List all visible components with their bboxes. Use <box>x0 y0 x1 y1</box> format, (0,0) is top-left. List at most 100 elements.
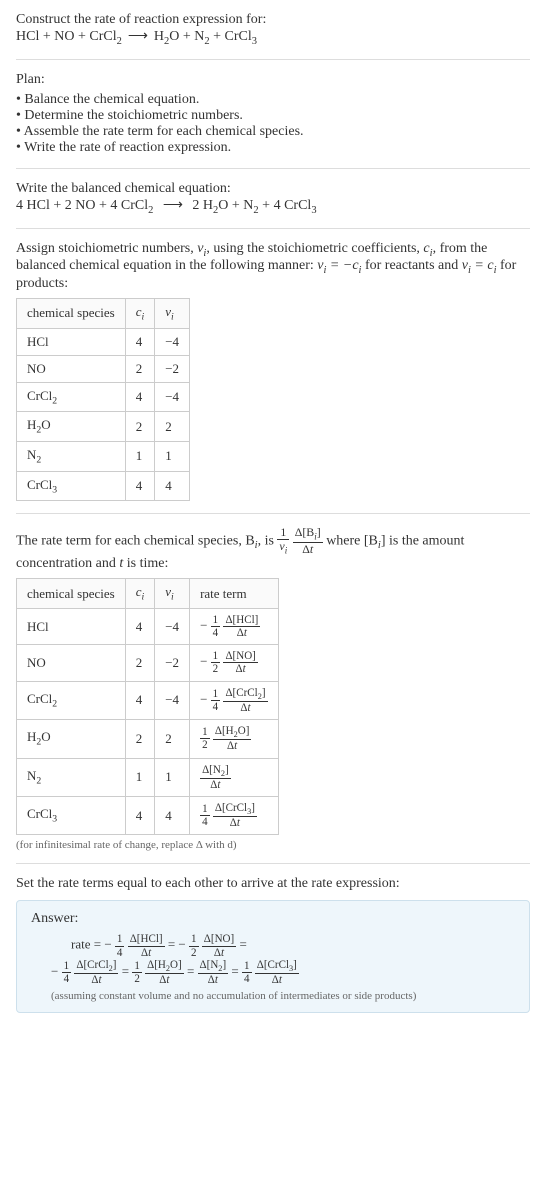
cell-species: CrCl3 <box>17 796 126 834</box>
cell-rate-term: − 14 Δ[CrCl2]Δt <box>190 681 278 719</box>
cell-species: NO <box>17 645 126 681</box>
cell-c: 2 <box>125 645 155 681</box>
plan-item: Assemble the rate term for each chemical… <box>16 124 530 140</box>
cell-species: N2 <box>17 441 126 471</box>
answer-note: (assuming constant volume and no accumul… <box>51 990 515 1002</box>
cell-v: 2 <box>155 720 190 758</box>
text: The rate term for each chemical species,… <box>16 534 255 549</box>
col-species: chemical species <box>17 579 126 609</box>
frac-dbi-dt: Δ[Bi]Δt <box>293 526 323 556</box>
cell-species: N2 <box>17 758 126 796</box>
cell-v: −4 <box>155 382 190 412</box>
rateterm-note: (for infinitesimal rate of change, repla… <box>16 839 530 851</box>
table-header-row: chemical species ci νi <box>17 299 190 329</box>
cell-species: HCl <box>17 328 126 355</box>
text: , is <box>258 534 278 549</box>
cell-species: H2O <box>17 720 126 758</box>
text: Assign stoichiometric numbers, <box>16 241 197 256</box>
plan-item: Balance the chemical equation. <box>16 92 530 108</box>
cell-c: 1 <box>125 758 155 796</box>
col-vi: νi <box>155 299 190 329</box>
cell-c: 2 <box>125 355 155 382</box>
col-ci: ci <box>125 299 155 329</box>
cell-rate-term: Δ[N2]Δt <box>190 758 278 796</box>
balanced-title: Write the balanced chemical equation: <box>16 181 530 197</box>
rate-expression-line2: − 14 Δ[CrCl2]Δt = 12 Δ[H2O]Δt = Δ[N2]Δt … <box>51 959 515 986</box>
cell-v: −4 <box>155 681 190 719</box>
cell-c: 4 <box>125 609 155 645</box>
cell-c: 2 <box>125 720 155 758</box>
cell-c: 4 <box>125 796 155 834</box>
table-row: CrCl3 4 4 14 Δ[CrCl3]Δt <box>17 796 279 834</box>
coef-no: 2 <box>65 198 72 213</box>
coef-h2o: 2 <box>192 198 199 213</box>
cell-c: 4 <box>125 471 155 501</box>
text: is time: <box>123 556 168 571</box>
table-row: HCl 4 −4 − 14 Δ[HCl]Δt <box>17 609 279 645</box>
text: , using the stoichiometric coefficients, <box>206 241 423 256</box>
cell-species: HCl <box>17 609 126 645</box>
rateterm-section: The rate term for each chemical species,… <box>16 526 530 864</box>
intro-prompt: Construct the rate of reaction expressio… <box>16 12 530 28</box>
coef-crcl3: 4 <box>274 198 281 213</box>
cell-species: NO <box>17 355 126 382</box>
cell-v: −4 <box>155 328 190 355</box>
coef-hcl: 4 <box>16 198 23 213</box>
cell-rate-term: 14 Δ[CrCl3]Δt <box>190 796 278 834</box>
cell-v: −4 <box>155 609 190 645</box>
text: for reactants and <box>361 258 461 273</box>
stoich-intro: Assign stoichiometric numbers, νi, using… <box>16 241 530 293</box>
cell-v: 4 <box>155 796 190 834</box>
cell-v: 1 <box>155 758 190 796</box>
table-row: NO2−2 <box>17 355 190 382</box>
cell-c: 2 <box>125 412 155 442</box>
table-row: CrCl344 <box>17 471 190 501</box>
coef-crcl2: 4 <box>110 198 117 213</box>
answer-box: Answer: rate = − 14 Δ[HCl]Δt = − 12 Δ[NO… <box>16 900 530 1013</box>
final-title: Set the rate terms equal to each other t… <box>16 876 530 892</box>
balanced-equation: 4 HCl + 2 NO + 4 CrCl2 ⟶ 2 H2O + N2 + 4 … <box>16 197 530 216</box>
table-row: HCl4−4 <box>17 328 190 355</box>
stoich-table: chemical species ci νi HCl4−4 NO2−2 CrCl… <box>16 298 190 501</box>
plan-list: Balance the chemical equation. Determine… <box>16 92 530 156</box>
cell-c: 1 <box>125 441 155 471</box>
cell-species: CrCl3 <box>17 471 126 501</box>
cell-v: 1 <box>155 441 190 471</box>
plan-item: Write the rate of reaction expression. <box>16 140 530 156</box>
cell-v: 2 <box>155 412 190 442</box>
rateterm-intro: The rate term for each chemical species,… <box>16 526 530 572</box>
rateterm-table: chemical species ci νi rate term HCl 4 −… <box>16 578 279 835</box>
text: where [B <box>326 534 378 549</box>
stoich-section: Assign stoichiometric numbers, νi , using… <box>16 241 530 515</box>
table-header-row: chemical species ci νi rate term <box>17 579 279 609</box>
cell-c: 4 <box>125 382 155 412</box>
col-rate-term: rate term <box>190 579 278 609</box>
table-row: CrCl2 4 −4 − 14 Δ[CrCl2]Δt <box>17 681 279 719</box>
table-row: NO 2 −2 − 12 Δ[NO]Δt <box>17 645 279 681</box>
table-row: CrCl24−4 <box>17 382 190 412</box>
cell-v: −2 <box>155 355 190 382</box>
cell-species: CrCl2 <box>17 382 126 412</box>
table-row: H2O 2 2 12 Δ[H2O]Δt <box>17 720 279 758</box>
balanced-section: Write the balanced chemical equation: 4 … <box>16 181 530 229</box>
unbalanced-equation: HCl + NO + CrCl2⟶H2O + N2 + CrCl3 <box>16 28 530 47</box>
plan-title: Plan: <box>16 72 530 88</box>
table-row: N211 <box>17 441 190 471</box>
cell-rate-term: − 14 Δ[HCl]Δt <box>190 609 278 645</box>
frac-one-over-nu: 1νi <box>277 526 289 556</box>
cell-species: CrCl2 <box>17 681 126 719</box>
cell-c: 4 <box>125 681 155 719</box>
table-row: H2O22 <box>17 412 190 442</box>
cell-rate-term: − 12 Δ[NO]Δt <box>190 645 278 681</box>
col-species: chemical species <box>17 299 126 329</box>
intro-section: Construct the rate of reaction expressio… <box>16 12 530 60</box>
rate-word: rate <box>71 937 90 952</box>
cell-c: 4 <box>125 328 155 355</box>
rate-expression: rate = − 14 Δ[HCl]Δt = − 12 Δ[NO]Δt = <box>71 933 515 958</box>
plan-item: Determine the stoichiometric numbers. <box>16 108 530 124</box>
col-ci: ci <box>125 579 155 609</box>
cell-rate-term: 12 Δ[H2O]Δt <box>190 720 278 758</box>
col-vi: νi <box>155 579 190 609</box>
answer-label: Answer: <box>31 911 515 927</box>
plan-section: Plan: Balance the chemical equation. Det… <box>16 72 530 169</box>
